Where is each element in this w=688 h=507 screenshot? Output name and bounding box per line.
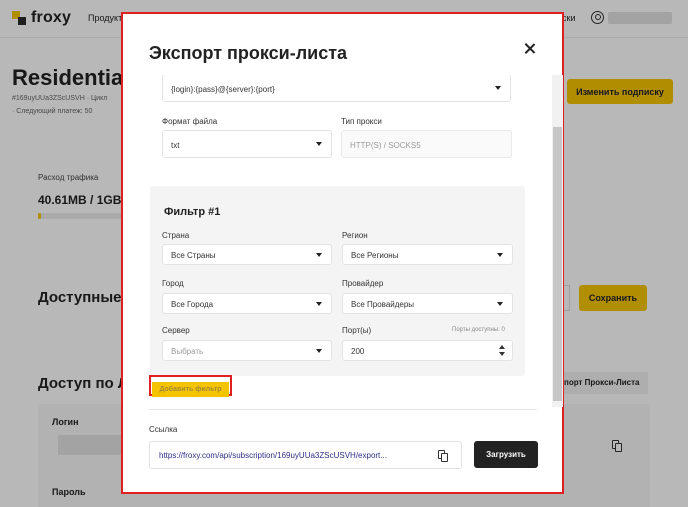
- city-label: Город: [162, 279, 184, 288]
- ports-input[interactable]: 200: [342, 340, 513, 361]
- chevron-down-icon: [316, 302, 322, 306]
- add-filter-button[interactable]: Добавить фильтр: [152, 382, 229, 397]
- proxy-type-placeholder: HTTP(S) / SOCKS5: [350, 141, 421, 150]
- close-icon[interactable]: [522, 41, 538, 57]
- subscription-link[interactable]: https://froxy.com/api/subscription/169uy…: [159, 451, 427, 460]
- add-filter-highlight: Добавить фильтр: [149, 375, 232, 397]
- template-select[interactable]: {login}:{pass}@{server}:{port}: [162, 75, 511, 102]
- ports-available-hint: Порты доступны: 0: [452, 327, 505, 333]
- modal-scrollbar-thumb[interactable]: [553, 127, 562, 401]
- chevron-down-icon: [316, 349, 322, 353]
- server-select[interactable]: Выбрать: [162, 340, 332, 361]
- export-proxy-list-modal: Экспорт прокси-листа {login}:{pass}@{ser…: [121, 12, 564, 494]
- number-stepper-icon[interactable]: [499, 345, 505, 357]
- country-label: Страна: [162, 231, 190, 240]
- file-format-value: txt: [171, 141, 180, 150]
- load-button[interactable]: Загрузить: [474, 441, 538, 468]
- provider-select[interactable]: Все Провайдеры: [342, 293, 513, 314]
- proxy-type-field: HTTP(S) / SOCKS5: [341, 130, 512, 158]
- provider-value: Все Провайдеры: [351, 300, 415, 309]
- region-value: Все Регионы: [351, 251, 399, 260]
- chevron-down-icon: [495, 86, 501, 90]
- filter-title: Фильтр #1: [164, 206, 221, 218]
- modal-scroll-area[interactable]: {login}:{pass}@{server}:{port} Формат фа…: [123, 75, 564, 409]
- server-label: Сервер: [162, 326, 190, 335]
- modal-scrollbar[interactable]: [552, 75, 563, 407]
- country-select[interactable]: Все Страны: [162, 244, 332, 265]
- divider: [149, 409, 537, 410]
- chevron-down-icon: [497, 253, 503, 257]
- link-field[interactable]: https://froxy.com/api/subscription/169uy…: [149, 441, 462, 469]
- copy-icon[interactable]: [438, 450, 449, 462]
- chevron-down-icon: [316, 142, 322, 146]
- country-value: Все Страны: [171, 251, 216, 260]
- template-select-value: {login}:{pass}@{server}:{port}: [171, 85, 275, 94]
- region-select[interactable]: Все Регионы: [342, 244, 513, 265]
- ports-value: 200: [351, 347, 365, 356]
- file-format-label: Формат файла: [162, 117, 218, 126]
- filter-card: Фильтр #1 Страна Все Страны Регион Все Р…: [150, 186, 525, 376]
- proxy-type-label: Тип прокси: [341, 117, 382, 126]
- city-select[interactable]: Все Города: [162, 293, 332, 314]
- server-placeholder: Выбрать: [171, 347, 204, 356]
- chevron-down-icon: [497, 302, 503, 306]
- provider-label: Провайдер: [342, 279, 384, 288]
- modal-title: Экспорт прокси-листа: [149, 43, 348, 63]
- link-label: Ссылка: [149, 425, 178, 434]
- file-format-select[interactable]: txt: [162, 130, 332, 158]
- city-value: Все Города: [171, 300, 214, 309]
- region-label: Регион: [342, 231, 368, 240]
- chevron-down-icon: [316, 253, 322, 257]
- ports-label: Порт(ы): [342, 326, 372, 335]
